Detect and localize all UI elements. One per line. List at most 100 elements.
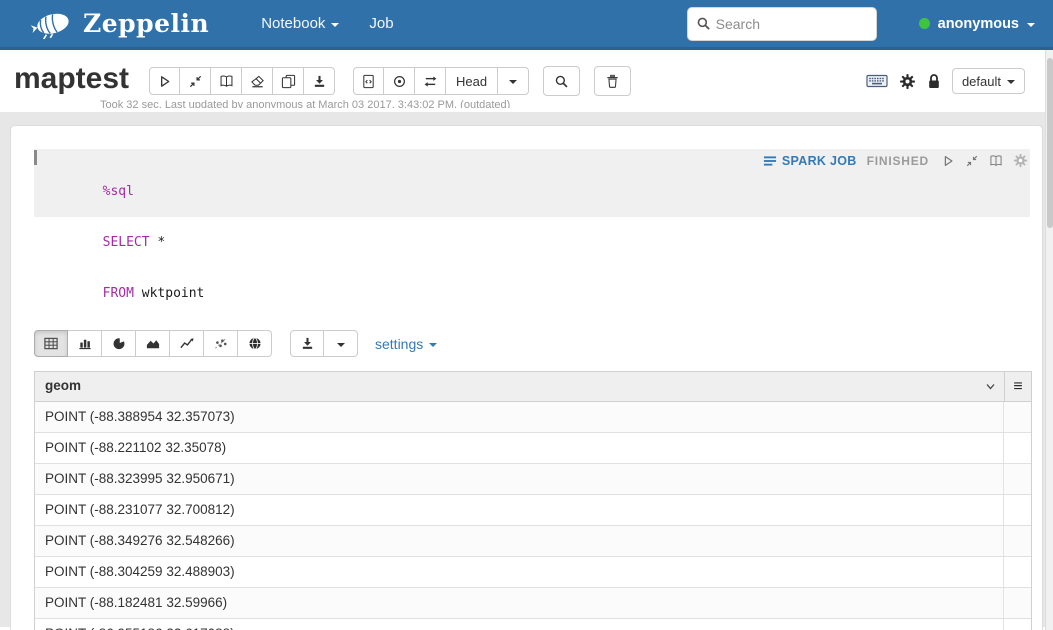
delete-note-button[interactable] [594, 66, 631, 96]
sql-text: wktpoint [134, 286, 204, 301]
column-header-geom[interactable]: geom [35, 372, 986, 401]
viz-scatter-chart-button[interactable] [204, 330, 238, 357]
table-row: POINT (-86.955186 32.617088) [35, 619, 1031, 630]
area-chart-icon [145, 336, 161, 351]
chevron-down-icon [509, 80, 517, 84]
search-input[interactable] [716, 16, 856, 32]
table-header-row: geom ≡ [35, 372, 1031, 402]
code-line-3: FROM wktpoint [34, 268, 1030, 319]
compress-icon [188, 74, 203, 89]
visualization-toolbar: settings [34, 330, 1030, 357]
toolbar-right-cluster: default [866, 68, 1025, 94]
note-title[interactable]: maptest [14, 62, 129, 96]
table-body: POINT (-88.388954 32.357073) POINT (-88.… [35, 402, 1031, 630]
note-page-background: %sql SELECT * FROM wktpoint SPARK JOB FI… [0, 112, 1053, 627]
collapse-code-button[interactable] [180, 67, 211, 95]
page-scrollbar-thumb[interactable] [1047, 58, 1053, 228]
play-icon [945, 156, 952, 165]
note-status-line: Took 32 sec. Last updated by anonymous a… [100, 99, 740, 108]
table-row: POINT (-88.349276 32.548266) [35, 526, 1031, 557]
note-settings-gear-icon[interactable] [899, 73, 916, 90]
menu-job-label: Job [369, 15, 393, 32]
sql-keyword: FROM [103, 286, 134, 301]
shortcut-keyboard-icon[interactable] [866, 73, 888, 89]
table-row: POINT (-88.323995 32.950671) [35, 464, 1031, 495]
pie-chart-icon [111, 336, 127, 351]
paragraph-settings-gear-icon[interactable] [1013, 153, 1028, 168]
revision-group: Head [353, 67, 529, 95]
code-line-2: SELECT * [34, 217, 1030, 268]
table-row: POINT (-88.304259 32.488903) [35, 557, 1031, 588]
navbar-menus: Notebook Job [261, 15, 393, 32]
viz-map-button[interactable] [238, 330, 272, 357]
commit-version-button[interactable] [353, 67, 384, 95]
revision-label: Head [456, 74, 487, 89]
compare-revisions-button[interactable] [415, 67, 446, 95]
download-group [290, 330, 358, 357]
notebook-search[interactable] [687, 7, 877, 41]
download-icon [312, 74, 327, 89]
chevron-down-icon [1007, 80, 1015, 84]
viz-line-chart-button[interactable] [170, 330, 204, 357]
viz-bar-chart-button[interactable] [68, 330, 102, 357]
viz-area-chart-button[interactable] [136, 330, 170, 357]
export-note-button[interactable] [304, 67, 335, 95]
menu-notebook[interactable]: Notebook [261, 15, 339, 32]
clone-icon [281, 74, 296, 89]
zeppelin-brand[interactable]: Zeppelin [30, 9, 209, 39]
username-label: anonymous [938, 16, 1019, 32]
job-list-icon [763, 154, 777, 168]
download-result-button[interactable] [290, 330, 324, 357]
viz-pie-chart-button[interactable] [102, 330, 136, 357]
set-revision-button[interactable] [384, 67, 415, 95]
note-permissions-lock-icon[interactable] [927, 73, 941, 90]
play-icon [162, 76, 169, 85]
compress-icon [965, 154, 979, 168]
run-paragraph-button[interactable] [941, 154, 955, 168]
line-chart-icon [179, 336, 195, 351]
paragraph-status: FINISHED [867, 154, 929, 168]
revision-selector[interactable]: Head [446, 67, 498, 95]
sql-keyword: SELECT [103, 235, 150, 250]
table-icon [43, 336, 59, 351]
search-icon [554, 74, 569, 89]
viz-button-group [34, 330, 272, 357]
globe-icon [247, 336, 263, 351]
sort-caret-icon [986, 383, 995, 391]
user-menu[interactable]: anonymous [919, 16, 1035, 32]
search-code-button[interactable] [543, 66, 580, 96]
page-scrollbar-track[interactable] [1045, 50, 1053, 630]
grid-menu-button[interactable]: ≡ [1004, 372, 1031, 401]
interpreter-label: default [962, 74, 1001, 89]
spark-job-label: SPARK JOB [782, 154, 857, 168]
target-circle-icon [392, 74, 407, 89]
sort-indicator[interactable] [986, 372, 1004, 401]
chevron-down-icon [337, 343, 345, 347]
menu-job[interactable]: Job [369, 15, 393, 32]
hamburger-icon: ≡ [1013, 378, 1022, 396]
run-all-button[interactable] [149, 67, 180, 95]
book-icon [219, 74, 234, 89]
clone-note-button[interactable] [273, 67, 304, 95]
show-output-button[interactable] [211, 67, 242, 95]
clear-output-button[interactable] [242, 67, 273, 95]
chart-settings-toggle[interactable]: settings [375, 336, 437, 352]
interpreter-binding-button[interactable]: default [952, 68, 1025, 94]
scatter-chart-icon [213, 336, 229, 351]
bar-chart-icon [77, 336, 93, 351]
result-table: geom ≡ POINT (-88.388954 32.357073) POIN… [34, 371, 1032, 630]
download-options-caret[interactable] [324, 330, 358, 357]
text-cursor [34, 150, 37, 165]
trash-icon [605, 74, 620, 89]
paragraph-container: %sql SELECT * FROM wktpoint SPARK JOB FI… [10, 125, 1043, 630]
book-icon [989, 154, 1003, 168]
spark-job-link[interactable]: SPARK JOB [763, 154, 857, 168]
chevron-down-icon [331, 23, 339, 27]
revision-selector-caret[interactable] [498, 67, 529, 95]
eraser-icon [250, 74, 265, 89]
note-action-group [149, 67, 335, 95]
sql-code-editor[interactable]: %sql SELECT * FROM wktpoint [34, 149, 1030, 319]
collapse-paragraph-button[interactable] [965, 154, 979, 168]
viz-table-button[interactable] [34, 330, 68, 357]
show-editor-button[interactable] [989, 154, 1003, 168]
